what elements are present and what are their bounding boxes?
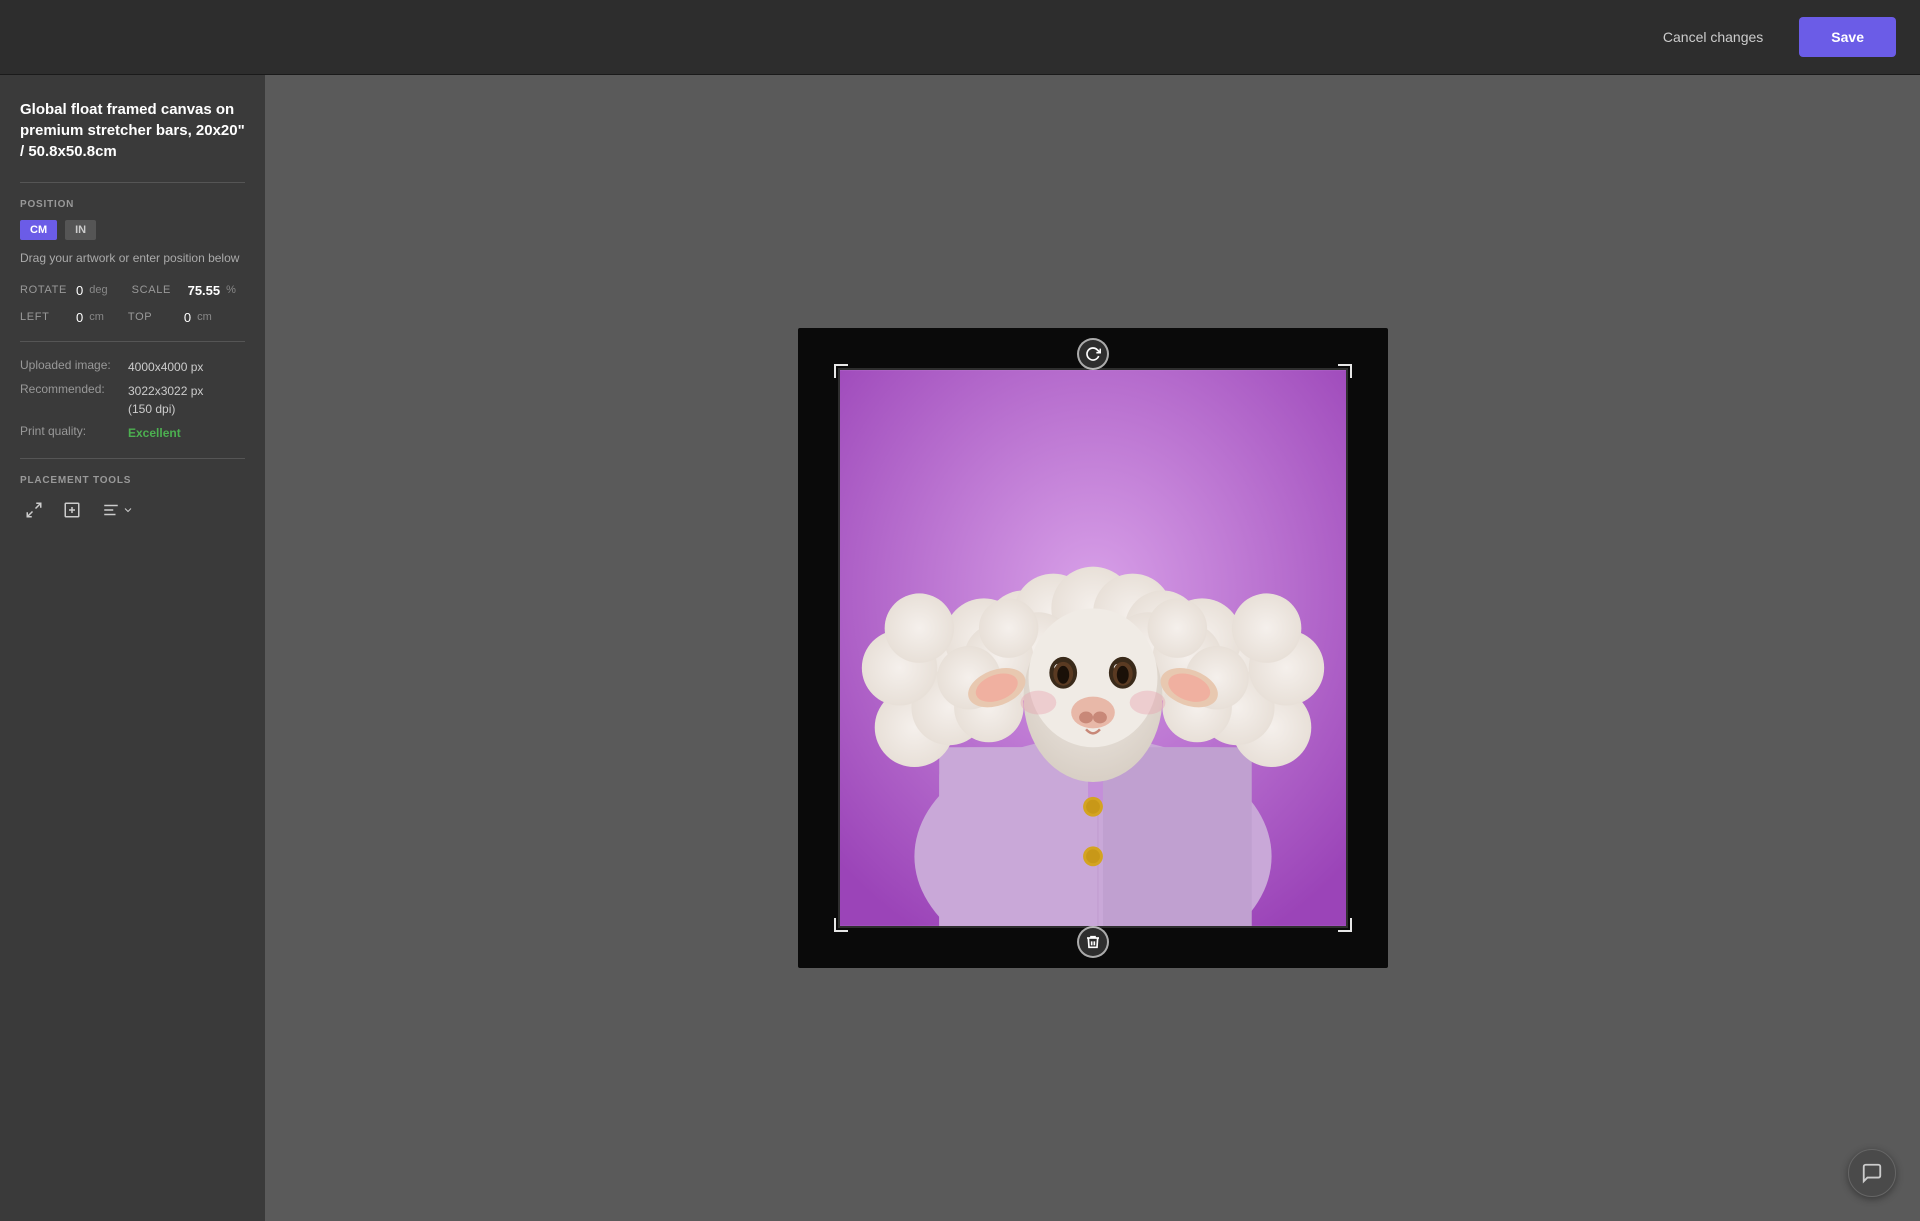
uploaded-image-val: 4000x4000 px <box>128 358 203 376</box>
top-value: 0 <box>184 310 191 325</box>
left-label: LEFT <box>20 311 70 323</box>
rotate-value: 0 <box>76 283 83 298</box>
header: Cancel changes Save <box>0 0 1920 75</box>
position-hint: Drag your artwork or enter position belo… <box>20 250 245 267</box>
top-unit: cm <box>197 311 212 323</box>
tools-row <box>20 496 245 524</box>
rotate-label: ROTATE <box>20 284 70 296</box>
corner-handle-br[interactable] <box>1338 918 1352 932</box>
print-quality-val: Excellent <box>128 424 181 442</box>
corner-handle-tr[interactable] <box>1338 364 1352 378</box>
divider-1 <box>20 182 245 183</box>
unit-in-button[interactable]: IN <box>65 220 96 240</box>
rotate-handle[interactable] <box>1077 338 1109 370</box>
placement-tools-label: PLACEMENT TOOLS <box>20 475 245 486</box>
position-label: POSITION <box>20 199 245 210</box>
save-button[interactable]: Save <box>1799 17 1896 57</box>
unit-cm-button[interactable]: CM <box>20 220 57 240</box>
uploaded-image-key: Uploaded image: <box>20 358 120 372</box>
print-quality-key: Print quality: <box>20 424 120 438</box>
scale-unit: % <box>226 284 236 296</box>
frame-outer[interactable] <box>798 328 1388 968</box>
sheep-illustration <box>840 370 1346 926</box>
left-value: 0 <box>76 310 83 325</box>
center-icon[interactable] <box>58 496 86 524</box>
chat-button[interactable] <box>1848 1149 1896 1197</box>
top-label: TOP <box>128 311 178 323</box>
rotate-unit: deg <box>89 284 107 296</box>
canvas-area[interactable] <box>265 75 1920 1221</box>
corner-handle-bl[interactable] <box>834 918 848 932</box>
left-unit: cm <box>89 311 104 323</box>
unit-toggle: CM IN <box>20 220 245 240</box>
recommended-row: Recommended: 3022x3022 px (150 dpi) <box>20 382 245 418</box>
expand-icon[interactable] <box>20 496 48 524</box>
main-layout: Global float framed canvas on premium st… <box>0 75 1920 1221</box>
divider-2 <box>20 341 245 342</box>
recommended-val: 3022x3022 px (150 dpi) <box>128 382 203 418</box>
print-quality-row: Print quality: Excellent <box>20 424 245 442</box>
align-button[interactable] <box>96 497 140 523</box>
rotate-scale-row: ROTATE 0 deg SCALE 75.55 % <box>20 283 245 298</box>
canvas-image[interactable] <box>838 368 1348 928</box>
position-inputs-row: LEFT 0 cm TOP 0 cm <box>20 310 245 325</box>
scale-label: SCALE <box>132 284 182 296</box>
placement-tools: PLACEMENT TOOLS <box>20 475 245 524</box>
delete-handle[interactable] <box>1077 926 1109 958</box>
image-info: Uploaded image: 4000x4000 px Recommended… <box>20 358 245 442</box>
divider-3 <box>20 458 245 459</box>
cancel-button[interactable]: Cancel changes <box>1643 19 1783 55</box>
scale-value: 75.55 <box>188 283 221 298</box>
corner-handle-tl[interactable] <box>834 364 848 378</box>
sidebar: Global float framed canvas on premium st… <box>0 75 265 1221</box>
uploaded-image-row: Uploaded image: 4000x4000 px <box>20 358 245 376</box>
product-title: Global float framed canvas on premium st… <box>20 99 245 162</box>
recommended-key: Recommended: <box>20 382 120 396</box>
